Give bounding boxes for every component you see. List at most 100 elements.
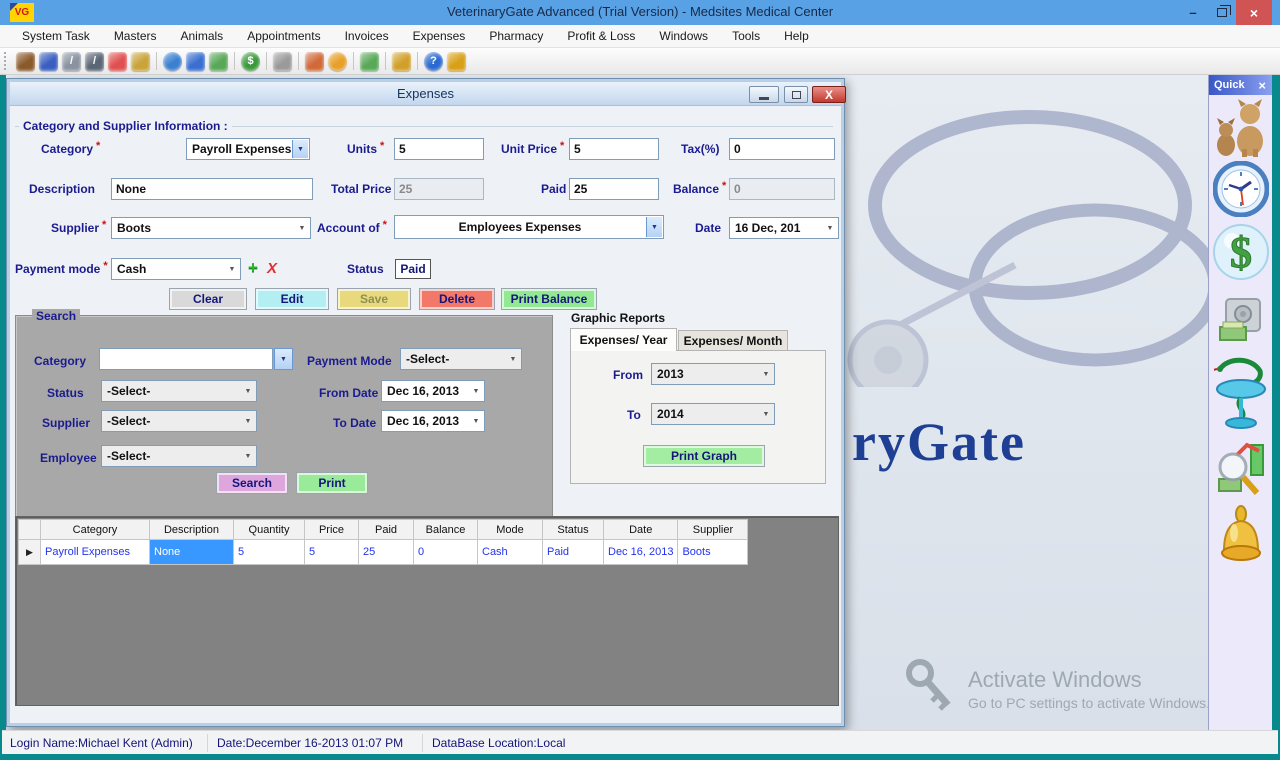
menu-pharmacy[interactable]: Pharmacy	[481, 26, 551, 46]
window-close-button[interactable]: ×	[1236, 0, 1272, 25]
chevron-down-icon[interactable]: ▼	[822, 218, 838, 238]
window-restore-button[interactable]	[1208, 0, 1236, 25]
dollar-globe-icon[interactable]: $	[241, 52, 260, 71]
dialog-titlebar[interactable]: Expenses X	[10, 82, 841, 106]
chevron-down-icon[interactable]: ▼	[294, 218, 310, 238]
menu-profit-loss[interactable]: Profit & Loss	[559, 26, 643, 46]
cell-description[interactable]: None	[150, 540, 234, 565]
appointment-card-icon[interactable]	[186, 52, 205, 71]
chevron-down-icon[interactable]: ▼	[758, 404, 774, 424]
search-print-button[interactable]: Print	[296, 472, 368, 494]
quick-search-report-icon[interactable]	[1209, 439, 1272, 497]
chevron-down-icon[interactable]: ▼	[240, 411, 256, 431]
chevron-down-icon[interactable]: ▼	[240, 381, 256, 401]
col-status[interactable]: Status	[543, 520, 604, 540]
quick-panel-close-icon[interactable]: ×	[1252, 78, 1272, 93]
category-combo[interactable]: Payroll Expenses▼	[186, 138, 310, 160]
dog-icon[interactable]	[16, 52, 35, 71]
search-category-input[interactable]	[99, 348, 273, 370]
capsule-icon[interactable]	[108, 52, 127, 71]
cell-paid[interactable]: 25	[359, 540, 414, 565]
quick-clock-icon[interactable]	[1209, 161, 1272, 217]
delete-button[interactable]: Delete	[419, 288, 495, 310]
help-icon[interactable]: ?	[424, 52, 443, 71]
chevron-down-icon[interactable]: ▼	[468, 381, 484, 401]
search-employee-combo[interactable]: -Select-▼	[101, 445, 257, 467]
unit-price-input[interactable]	[569, 138, 659, 160]
account-of-combo[interactable]: Employees Expenses▼	[394, 215, 664, 239]
menu-masters[interactable]: Masters	[106, 26, 165, 46]
date-combo[interactable]: 16 Dec, 201▼	[729, 217, 839, 239]
cell-supplier[interactable]: Boots	[678, 540, 748, 565]
menu-tools[interactable]: Tools	[724, 26, 768, 46]
col-category[interactable]: Category	[41, 520, 150, 540]
window-minimize-button[interactable]: –	[1178, 0, 1208, 25]
search-status-combo[interactable]: -Select-▼	[101, 380, 257, 402]
quick-pets-icon[interactable]	[1209, 99, 1272, 157]
save-button[interactable]: Save	[337, 288, 411, 310]
quick-safe-icon[interactable]	[1209, 297, 1272, 345]
gr-from-combo[interactable]: 2013▼	[651, 363, 775, 385]
invoice-note-icon[interactable]	[209, 52, 228, 71]
tax-input[interactable]	[729, 138, 835, 160]
vaccine-icon[interactable]	[305, 52, 324, 71]
chevron-down-icon[interactable]: ▼	[758, 364, 774, 384]
cell-status[interactable]: Paid	[543, 540, 604, 565]
units-input[interactable]	[394, 138, 484, 160]
supplier-combo[interactable]: Boots▼	[111, 217, 311, 239]
description-input[interactable]	[111, 178, 313, 200]
clear-button[interactable]: Clear	[169, 288, 247, 310]
add-payment-mode-icon[interactable]: +	[248, 258, 258, 278]
cell-balance[interactable]: 0	[414, 540, 478, 565]
menu-invoices[interactable]: Invoices	[337, 26, 397, 46]
menu-windows[interactable]: Windows	[651, 26, 716, 46]
cell-mode[interactable]: Cash	[478, 540, 543, 565]
chevron-down-icon[interactable]: ▼	[240, 446, 256, 466]
col-mode[interactable]: Mode	[478, 520, 543, 540]
search-supplier-combo[interactable]: -Select-▼	[101, 410, 257, 432]
search-to-date-combo[interactable]: Dec 16, 2013▼	[381, 410, 485, 432]
col-supplier[interactable]: Supplier	[678, 520, 748, 540]
chevron-down-icon[interactable]: ▼	[292, 140, 308, 158]
cell-quantity[interactable]: 5	[234, 540, 305, 565]
menu-appointments[interactable]: Appointments	[239, 26, 328, 46]
col-price[interactable]: Price	[305, 520, 359, 540]
col-date[interactable]: Date	[604, 520, 678, 540]
dialog-maximize-button[interactable]	[784, 86, 808, 103]
tab-expenses-month[interactable]: Expenses/ Month	[678, 330, 788, 351]
paid-input[interactable]	[569, 178, 659, 200]
search-from-date-combo[interactable]: Dec 16, 2013▼	[381, 380, 485, 402]
chevron-down-icon[interactable]: ▼	[646, 217, 662, 237]
cell-price[interactable]: 5	[305, 540, 359, 565]
dialog-minimize-button[interactable]	[749, 86, 779, 103]
col-description[interactable]: Description	[150, 520, 234, 540]
grid-data-row[interactable]: ▶ Payroll Expenses None 5 5 25 0 Cash Pa…	[19, 540, 748, 565]
quick-bell-icon[interactable]	[1209, 505, 1272, 571]
patient-record-icon[interactable]	[39, 52, 58, 71]
quick-pharmacy-icon[interactable]	[1209, 355, 1272, 431]
chevron-down-icon[interactable]: ▼	[468, 411, 484, 431]
gr-to-combo[interactable]: 2014▼	[651, 403, 775, 425]
bird-icon[interactable]	[131, 52, 150, 71]
menu-system-task[interactable]: System Task	[14, 26, 98, 46]
package-icon[interactable]	[273, 52, 292, 71]
menu-expenses[interactable]: Expenses	[405, 26, 474, 46]
search-button[interactable]: Search	[216, 472, 288, 494]
report-chart-icon[interactable]	[360, 52, 379, 71]
scalpel-icon[interactable]: /	[85, 52, 104, 71]
syringe-icon[interactable]: /	[62, 52, 81, 71]
alarm-bird-icon[interactable]	[392, 52, 411, 71]
refresh-arrow-icon[interactable]	[328, 52, 347, 71]
quick-expenses-dollar-icon[interactable]: $	[1209, 223, 1272, 281]
search-payment-mode-combo[interactable]: -Select-▼	[400, 348, 522, 370]
dialog-close-button[interactable]: X	[812, 86, 846, 103]
print-graph-button[interactable]: Print Graph	[643, 445, 765, 467]
col-paid[interactable]: Paid	[359, 520, 414, 540]
toolbar-grip[interactable]	[4, 52, 8, 70]
row-selector-arrow-icon[interactable]: ▶	[19, 540, 41, 565]
print-balance-button[interactable]: Print Balance	[501, 288, 597, 310]
cell-category[interactable]: Payroll Expenses	[41, 540, 150, 565]
edit-button[interactable]: Edit	[255, 288, 329, 310]
menu-help[interactable]: Help	[776, 26, 817, 46]
col-quantity[interactable]: Quantity	[234, 520, 305, 540]
